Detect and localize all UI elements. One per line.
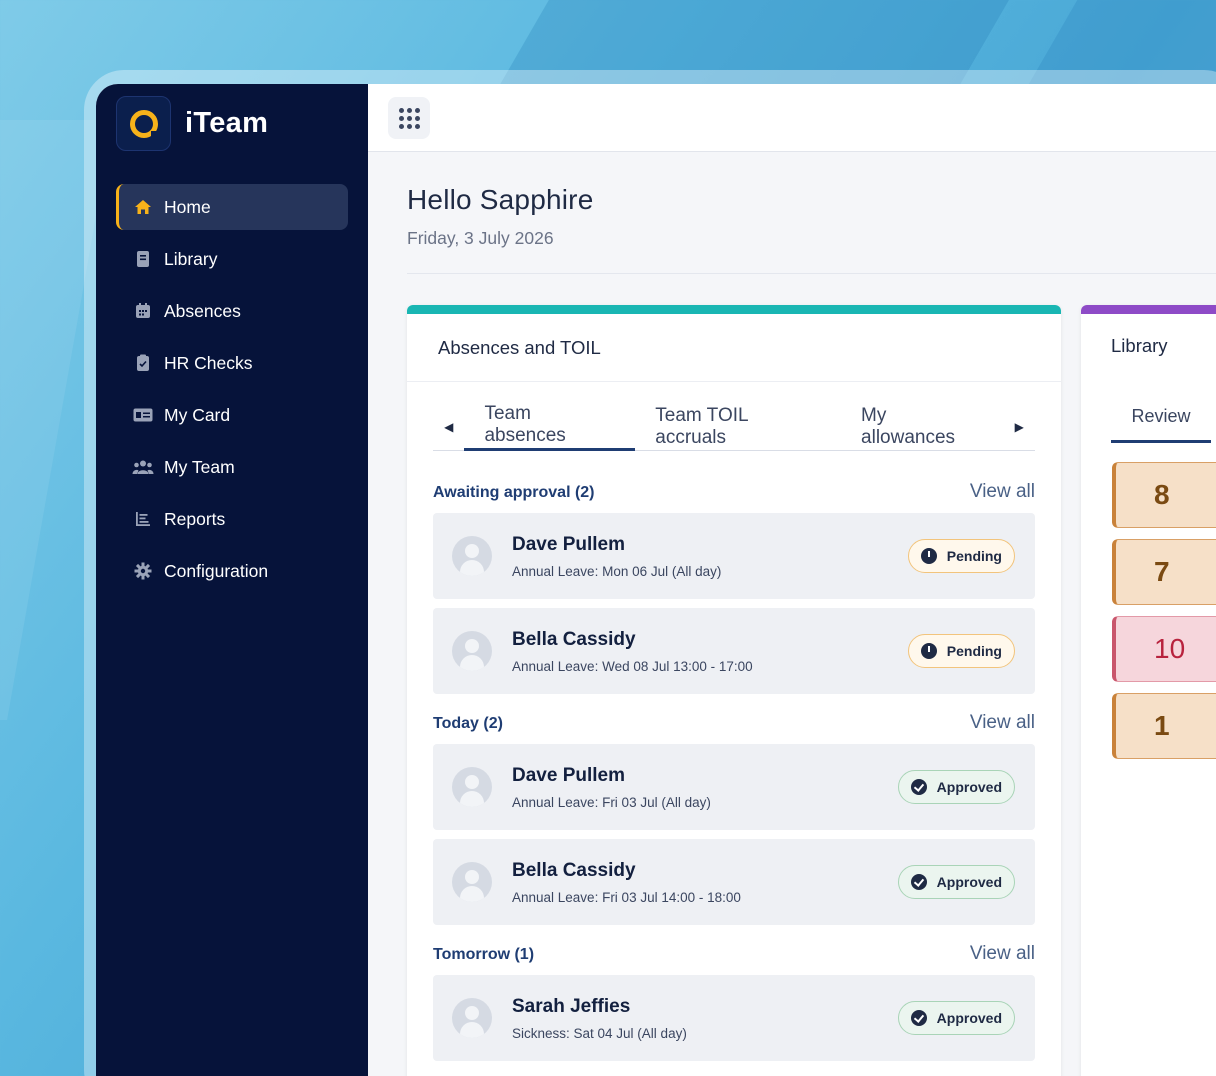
card-accent — [1081, 305, 1216, 314]
sidebar-item-label: HR Checks — [164, 352, 253, 373]
tab-my-allowances[interactable]: My allowances — [841, 403, 1004, 451]
check-circle-icon — [910, 1010, 927, 1026]
section-tomorrow: Tomorrow (1) View all — [433, 943, 1035, 965]
sidebar-item-label: Configuration — [164, 560, 269, 581]
list-item[interactable]: Sarah Jeffies Sickness: Sat 04 Jul (All … — [433, 975, 1035, 1061]
avatar — [452, 862, 492, 902]
section-title: Today (2) — [433, 715, 503, 732]
sidebar-item-label: Absences — [164, 300, 241, 321]
check-circle-icon — [910, 779, 927, 795]
sidebar-item-library[interactable]: Library — [116, 236, 348, 282]
employee-name: Bella Cassidy — [512, 628, 636, 650]
card-title: Absences and TOIL — [407, 314, 1061, 382]
greeting: Hello Sapphire Friday, 3 July 2026 — [407, 184, 593, 249]
id-card-icon — [132, 404, 154, 426]
sidebar-item-label: My Card — [164, 404, 231, 425]
status-badge: Approved — [897, 1001, 1015, 1035]
sidebar-item-absences[interactable]: Absences — [116, 288, 348, 334]
report-icon — [132, 508, 154, 530]
clipboard-icon — [132, 352, 154, 374]
absence-detail: Annual Leave: Fri 03 Jul 14:00 - 18:00 — [512, 889, 741, 905]
list-item[interactable]: Dave Pullem Annual Leave: Fri 03 Jul (Al… — [433, 744, 1035, 830]
clock-icon — [920, 643, 937, 659]
library-count-tile[interactable]: 10 — [1112, 616, 1216, 682]
tab-scroll-right-icon[interactable]: ▶ — [1004, 420, 1035, 434]
list-item[interactable]: Dave Pullem Annual Leave: Mon 06 Jul (Al… — [433, 513, 1035, 599]
sidebar-item-configuration[interactable]: Configuration — [116, 548, 348, 594]
brand-name: iTeam — [185, 107, 269, 139]
status-label: Pending — [946, 548, 1002, 564]
card-accent — [407, 305, 1061, 314]
team-icon — [132, 456, 154, 478]
avatar — [452, 631, 492, 671]
sidebar-item-label: Library — [164, 248, 218, 269]
status-label: Approved — [936, 779, 1002, 795]
employee-name: Bella Cassidy — [512, 859, 636, 881]
library-card: Library Review 8 7 10 1 — [1081, 305, 1216, 1076]
book-icon — [132, 248, 154, 270]
status-label: Approved — [936, 874, 1002, 890]
top-bar — [368, 84, 1216, 152]
status-label: Pending — [946, 643, 1002, 659]
library-count-tile[interactable]: 7 — [1112, 539, 1216, 605]
absence-detail: Annual Leave: Fri 03 Jul (All day) — [512, 794, 711, 810]
app-grid-icon[interactable] — [388, 97, 430, 139]
sidebar-item-reports[interactable]: Reports — [116, 496, 348, 542]
absence-detail: Annual Leave: Wed 08 Jul 13:00 - 17:00 — [512, 658, 753, 674]
absences-tabs: ◀ Team absences Team TOIL accruals My al… — [433, 403, 1035, 451]
sidebar-nav: Home Library Absences HR Checks My Card … — [116, 184, 348, 600]
card-title: Library — [1111, 335, 1168, 356]
home-icon — [132, 196, 154, 218]
gear-icon — [132, 560, 154, 582]
avatar — [452, 998, 492, 1038]
sidebar-item-my-team[interactable]: My Team — [116, 444, 348, 490]
status-badge: Approved — [897, 770, 1015, 804]
view-all-link[interactable]: View all — [970, 943, 1035, 965]
absences-card: Absences and TOIL ◀ Team absences Team T… — [407, 305, 1061, 1076]
status-label: Approved — [936, 1010, 1002, 1026]
section-awaiting-approval: Awaiting approval (2) View all — [433, 481, 1035, 503]
sidebar-item-label: Home — [164, 196, 211, 217]
divider — [407, 273, 1216, 274]
section-title: Tomorrow (1) — [433, 946, 535, 963]
list-item[interactable]: Bella Cassidy Annual Leave: Fri 03 Jul 1… — [433, 839, 1035, 925]
logo-icon — [116, 96, 171, 151]
tab-team-toil-accruals[interactable]: Team TOIL accruals — [635, 403, 841, 451]
sidebar-item-label: Reports — [164, 508, 226, 529]
sidebar-item-my-card[interactable]: My Card — [116, 392, 348, 438]
current-date: Friday, 3 July 2026 — [407, 228, 554, 248]
library-count-tile[interactable]: 1 — [1112, 693, 1216, 759]
tab-review[interactable]: Review — [1111, 393, 1211, 443]
view-all-link[interactable]: View all — [970, 481, 1035, 503]
status-badge: Approved — [897, 865, 1015, 899]
status-badge: Pending — [907, 634, 1015, 668]
page-title: Hello Sapphire — [407, 184, 594, 215]
sidebar-item-home[interactable]: Home — [116, 184, 348, 230]
calendar-icon — [132, 300, 154, 322]
section-title: Awaiting approval (2) — [433, 484, 595, 501]
list-item[interactable]: Bella Cassidy Annual Leave: Wed 08 Jul 1… — [433, 608, 1035, 694]
clock-icon — [920, 548, 937, 564]
check-circle-icon — [910, 874, 927, 890]
view-all-link[interactable]: View all — [970, 712, 1035, 734]
employee-name: Sarah Jeffies — [512, 995, 631, 1017]
status-badge: Pending — [907, 539, 1015, 573]
sidebar-item-hr-checks[interactable]: HR Checks — [116, 340, 348, 386]
tab-scroll-left-icon[interactable]: ◀ — [433, 420, 464, 434]
absence-detail: Annual Leave: Mon 06 Jul (All day) — [512, 563, 722, 579]
brand[interactable]: iTeam — [116, 96, 268, 151]
absence-detail: Sickness: Sat 04 Jul (All day) — [512, 1025, 687, 1041]
avatar — [452, 536, 492, 576]
sidebar: iTeam Home Library Absences HR Checks My… — [96, 84, 368, 1076]
employee-name: Dave Pullem — [512, 764, 625, 786]
tab-team-absences[interactable]: Team absences — [464, 403, 636, 451]
library-count-tile[interactable]: 8 — [1112, 462, 1216, 528]
avatar — [452, 767, 492, 807]
sidebar-item-label: My Team — [164, 456, 235, 477]
section-today: Today (2) View all — [433, 712, 1035, 734]
employee-name: Dave Pullem — [512, 533, 625, 555]
